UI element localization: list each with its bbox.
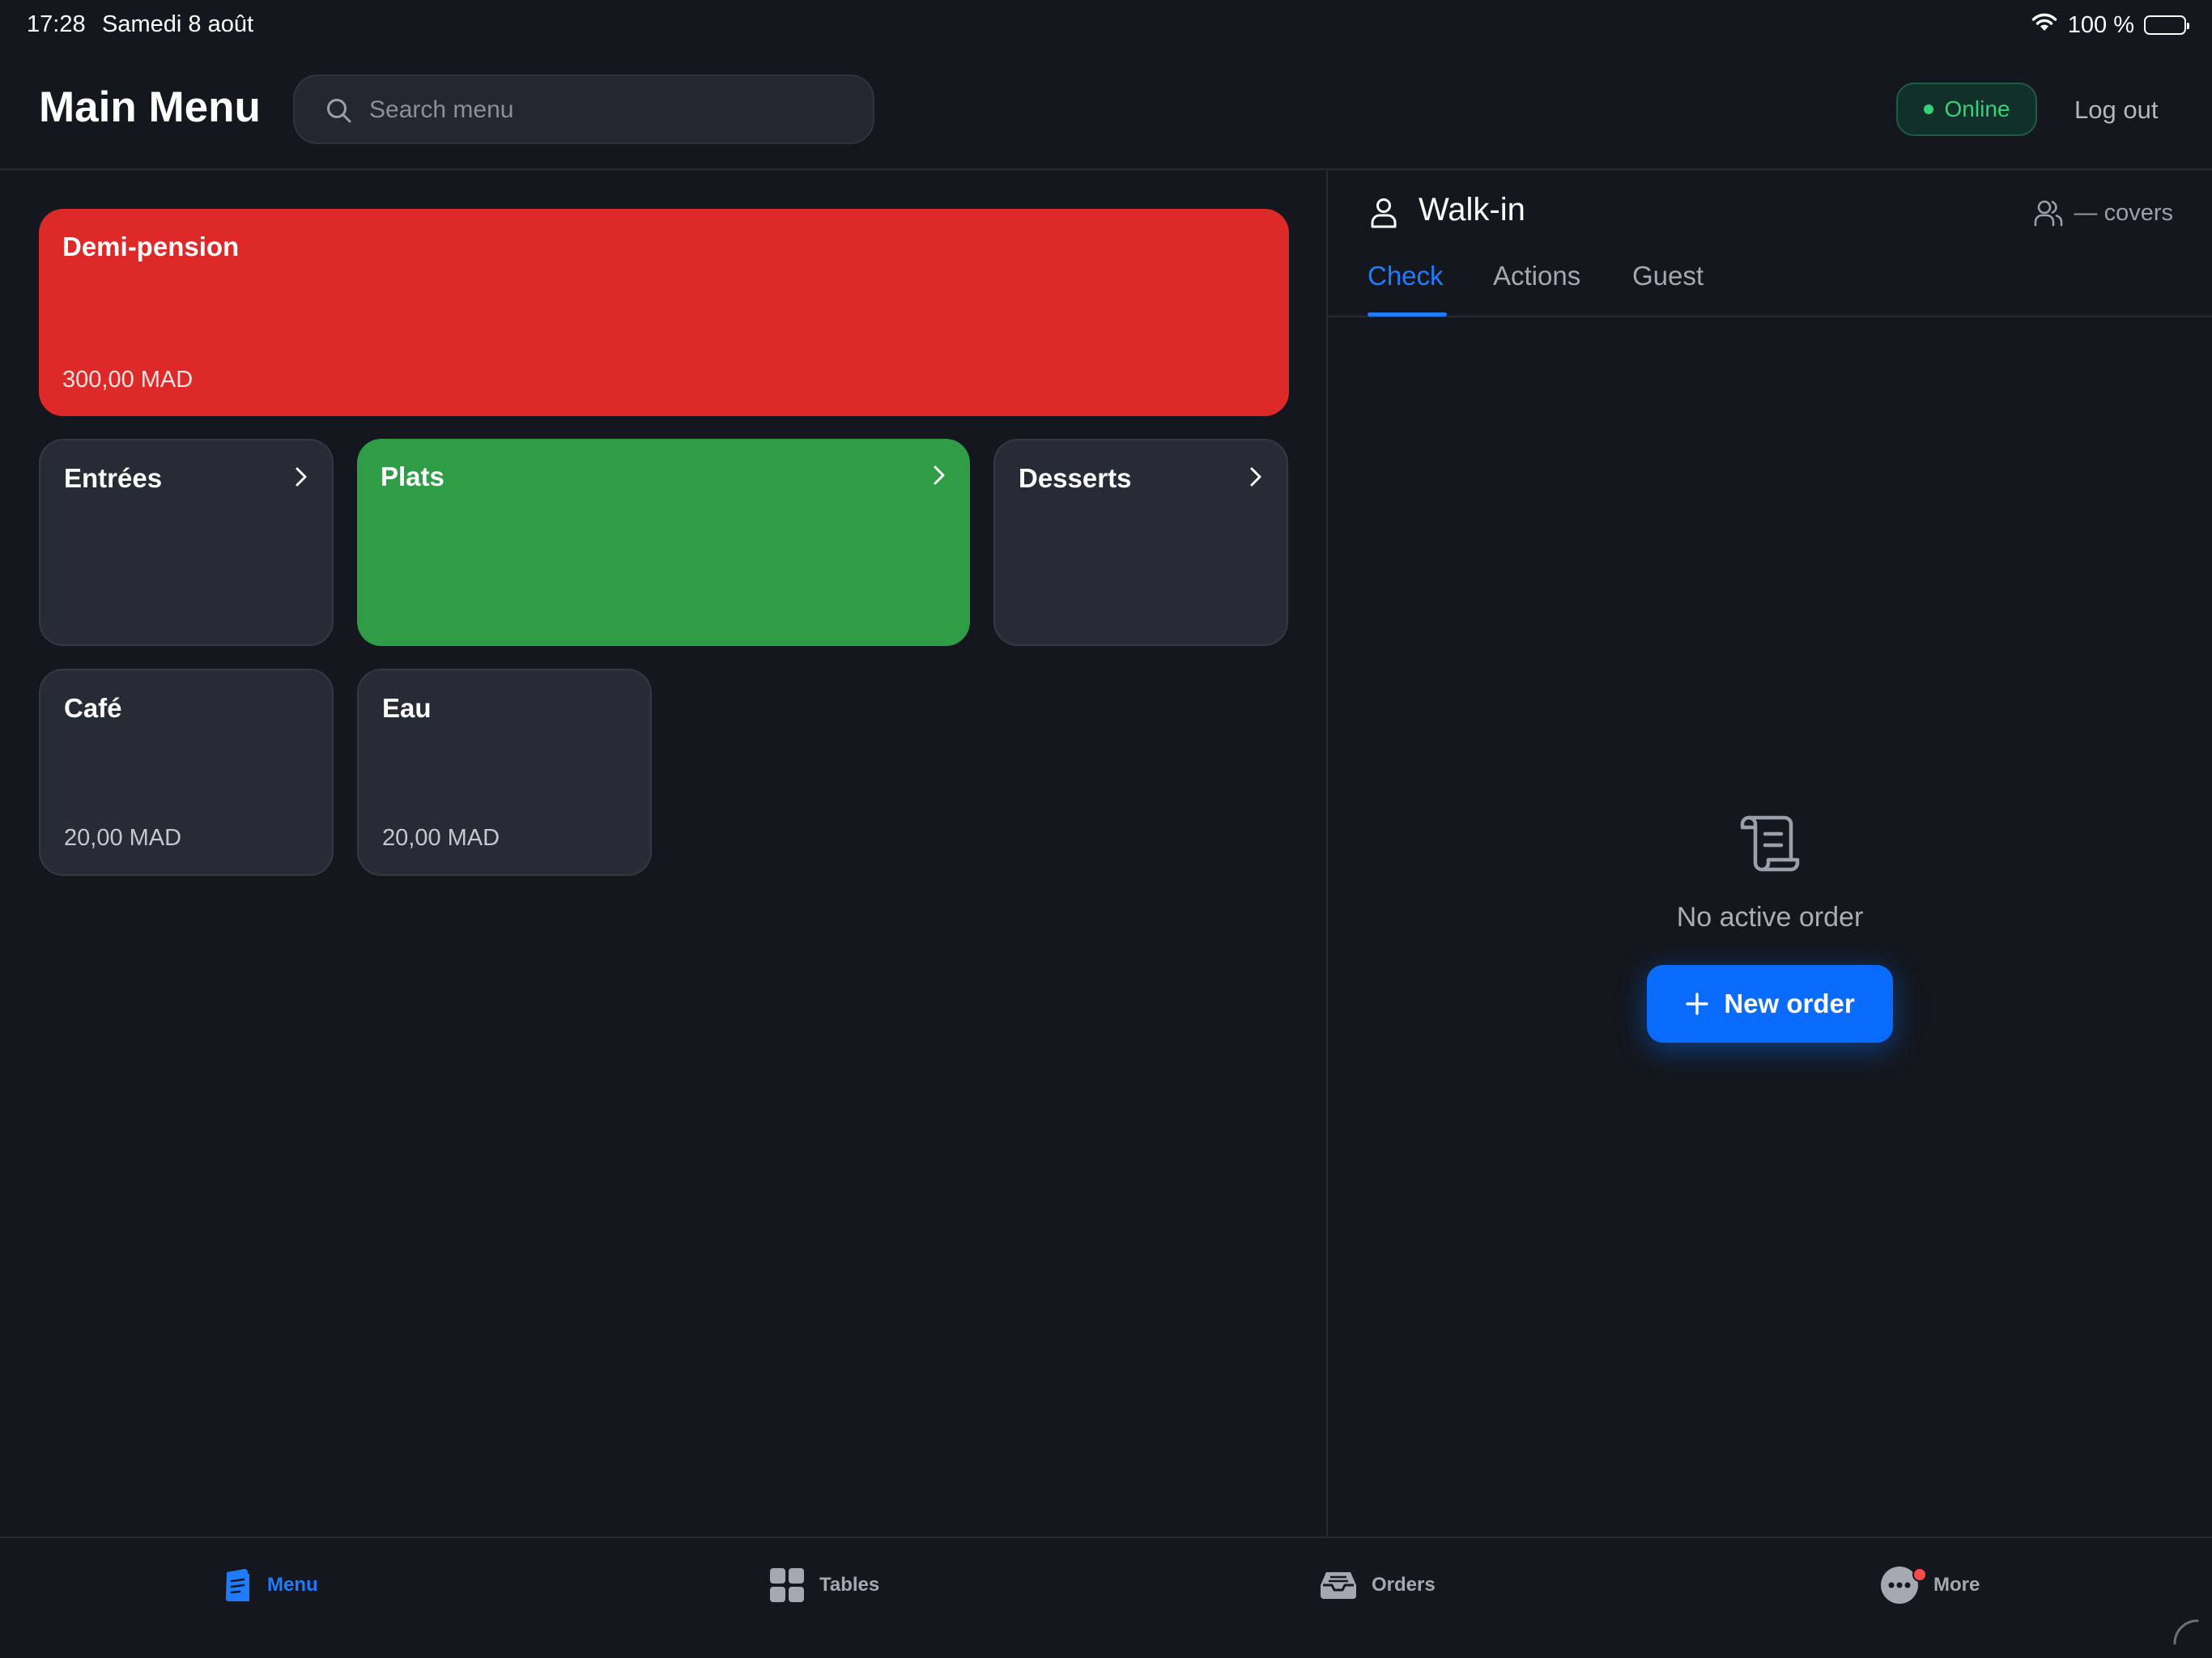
menu-item-price: 300,00 MAD (62, 367, 194, 393)
search-box[interactable] (293, 74, 874, 144)
tab-check[interactable]: Check (1368, 261, 1444, 291)
nav-more-label: More (1933, 1574, 1980, 1596)
menu-item-cafe[interactable]: Café 20,00 MAD (39, 669, 334, 876)
status-indicators: 100 % (2031, 11, 2189, 39)
panel-divider (1326, 170, 1328, 1538)
person-icon (1371, 198, 1397, 228)
nav-more[interactable]: More (1880, 1562, 1980, 1608)
order-tabs: Check Actions Guest (1328, 243, 2212, 317)
more-icon-wrap (1880, 1566, 1927, 1605)
active-tab-indicator (1368, 312, 1447, 317)
chevron-right-icon (296, 467, 307, 487)
battery-percent: 100 % (2067, 11, 2134, 38)
category-plats[interactable]: Plats (357, 439, 970, 646)
status-badge: Online (1896, 83, 2037, 136)
inbox-tray-icon (1321, 1572, 1356, 1599)
notification-badge (1912, 1567, 1927, 1582)
chevron-right-icon (934, 466, 945, 485)
logout-button[interactable]: Log out (2074, 96, 2158, 125)
menu-item-name: Demi-pension (62, 232, 240, 261)
bottom-nav: Menu Tables Orders More (0, 1537, 2212, 1658)
tab-actions[interactable]: Actions (1493, 261, 1580, 291)
search-input[interactable] (369, 87, 855, 133)
nav-orders[interactable]: Orders (1320, 1562, 1436, 1608)
category-desserts[interactable]: Desserts (993, 439, 1288, 646)
new-order-label: New order (1724, 988, 1855, 1018)
menu-item-name: Café (64, 693, 122, 723)
menu-item-demi-pension[interactable]: Demi-pension 300,00 MAD (39, 209, 1289, 416)
covers-label: — covers (2074, 199, 2173, 226)
nav-tables[interactable]: Tables (769, 1562, 879, 1608)
category-name: Desserts (1019, 463, 1132, 493)
users-icon (2034, 200, 2062, 227)
nav-menu[interactable]: Menu (223, 1562, 318, 1608)
nav-orders-label: Orders (1372, 1574, 1436, 1596)
status-bar: 17:28 Samedi 8 août 100 % (0, 0, 2212, 52)
search-icon (327, 99, 351, 123)
plus-icon (1686, 993, 1709, 1015)
new-order-button[interactable]: New order (1647, 965, 1893, 1043)
wifi-icon (2031, 11, 2058, 39)
nav-tables-label: Tables (819, 1574, 880, 1596)
menu-item-name: Eau (382, 693, 432, 723)
category-entrees[interactable]: Entrées (39, 439, 334, 646)
online-dot-icon (1923, 104, 1933, 114)
chevron-right-icon (1250, 467, 1261, 487)
empty-state-text: No active order (1676, 902, 1864, 933)
receipt-scroll-icon (1740, 815, 1800, 872)
battery-icon (2144, 15, 2189, 35)
resize-handle-icon (2173, 1619, 2199, 1645)
menu-item-price: 20,00 MAD (64, 825, 182, 851)
grid-icon (770, 1568, 804, 1602)
status-badge-label: Online (1944, 96, 2010, 121)
status-date: Samedi 8 août (102, 11, 254, 37)
header: Main Menu Online Log out (0, 52, 2212, 170)
menu-item-eau[interactable]: Eau 20,00 MAD (357, 669, 652, 876)
status-time: 17:28 (27, 11, 86, 37)
nav-menu-label: Menu (267, 1574, 318, 1596)
menu-item-price: 20,00 MAD (382, 825, 500, 851)
page-title: Main Menu (39, 83, 261, 131)
category-name: Plats (381, 461, 445, 491)
order-panel-title: Walk-in (1419, 192, 1525, 227)
tab-guest[interactable]: Guest (1632, 261, 1704, 291)
covers-button[interactable]: — covers (2034, 199, 2173, 227)
category-name: Entrées (64, 463, 163, 493)
menu-book-icon (226, 1569, 249, 1601)
